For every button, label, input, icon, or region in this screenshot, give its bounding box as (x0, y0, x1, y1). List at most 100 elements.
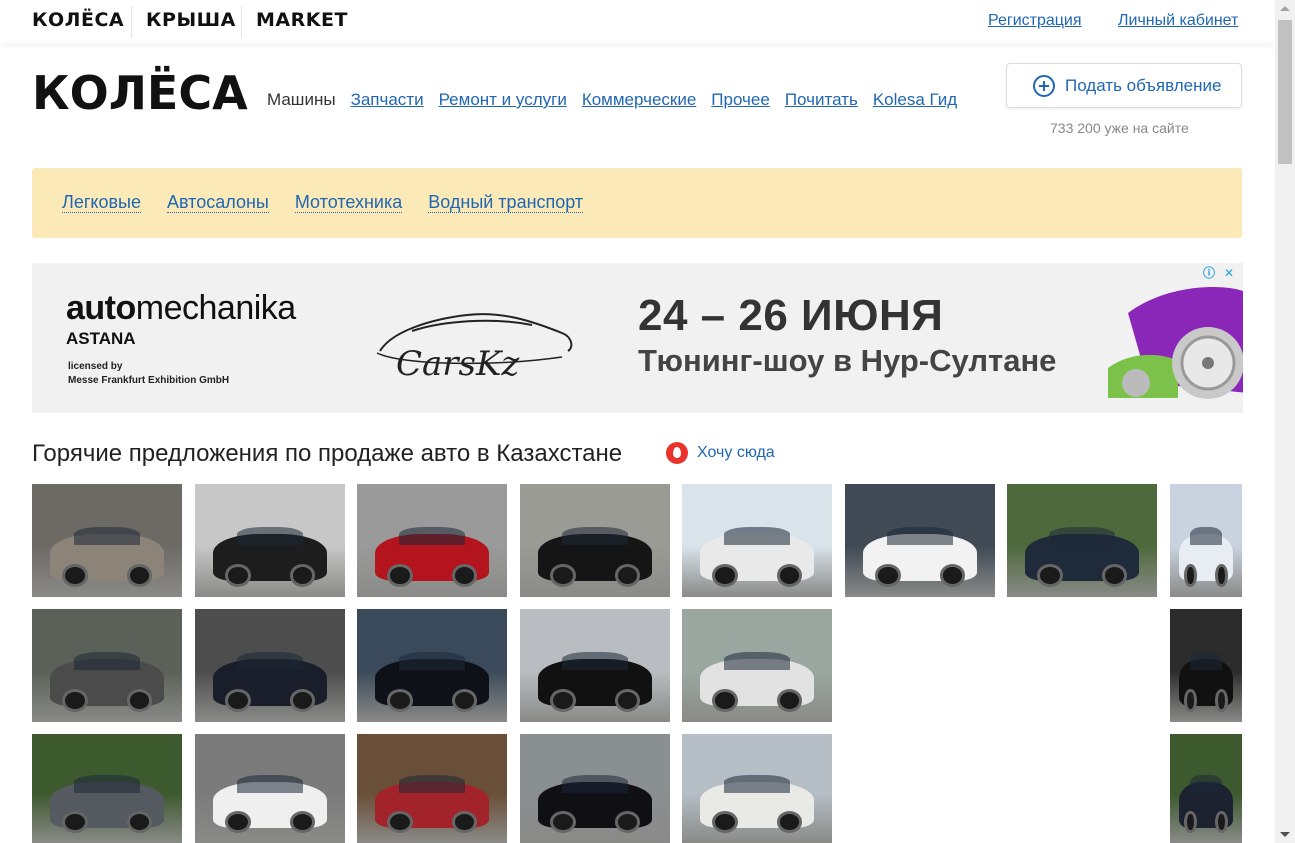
hot-offer-photo[interactable] (32, 609, 182, 722)
banner-brand: automechanika (66, 289, 296, 328)
hot-offer-photo[interactable] (520, 734, 670, 843)
car-wheel (225, 564, 251, 587)
car-window (724, 526, 790, 546)
car-wheel (126, 564, 152, 587)
hot-offer-photo[interactable] (682, 484, 832, 597)
car-window (74, 775, 140, 793)
car-wheel (62, 689, 88, 712)
car-window (74, 651, 140, 671)
banner-license: licensed by Messe Frankfurt Exhibition G… (68, 360, 229, 387)
hot-offer-photo[interactable] (520, 484, 670, 597)
register-link[interactable]: Регистрация (988, 12, 1082, 30)
car-wheel (550, 564, 576, 587)
plus-circle-icon (1033, 74, 1055, 97)
car-wheel (225, 689, 251, 712)
car-wheel (1215, 564, 1228, 587)
brand-market-link[interactable]: MARKET (256, 9, 348, 31)
car-window (74, 526, 140, 546)
car-window (237, 775, 303, 793)
hot-offer-photo[interactable] (1007, 484, 1157, 597)
category-dealers[interactable]: Автосалоны (167, 192, 269, 214)
car-window (399, 526, 465, 546)
nav-other[interactable]: Прочее (711, 90, 770, 110)
car-wheel (1184, 689, 1197, 712)
nav-cars[interactable]: Машины (267, 90, 336, 110)
car-window (399, 651, 465, 671)
ad-close-icon[interactable]: ✕ (1221, 265, 1237, 281)
hot-offer-photo[interactable] (682, 734, 832, 843)
hot-offer-photo[interactable] (1170, 484, 1242, 597)
post-ad-button[interactable]: Подать объявление (1006, 63, 1242, 108)
category-moto[interactable]: Мототехника (294, 192, 403, 214)
scrollbar-thumb[interactable] (1278, 20, 1292, 164)
carskz-logo: CarsKz (376, 313, 573, 381)
car-wheel (1037, 564, 1063, 587)
brand-kolesa-link[interactable]: КОЛЁСА (32, 9, 124, 31)
hot-offer-photo[interactable] (357, 484, 507, 597)
hot-offer-photo[interactable] (845, 484, 995, 597)
banner-license-line2: Messe Frankfurt Exhibition GmbH (68, 374, 230, 386)
nav-commercial[interactable]: Коммерческие (582, 90, 696, 110)
car-window (1190, 526, 1222, 546)
post-ad-label: Подать объявление (1065, 75, 1222, 95)
banner-brand-bold: auto (66, 289, 136, 327)
car-window (237, 651, 303, 671)
hot-offer-photo[interactable] (357, 609, 507, 722)
hot-offers-cta-label: Хочу сюда (697, 444, 775, 461)
car-wheel (62, 564, 88, 587)
hot-offer-photo[interactable] (32, 734, 182, 843)
car-wheel (712, 689, 738, 712)
site-logo[interactable]: КОЛЁСА (32, 70, 248, 116)
car-wheel (451, 564, 477, 587)
car-wheel (225, 811, 251, 834)
car-wheel (614, 811, 640, 834)
banner-city: ASTANA (66, 329, 136, 348)
hot-offer-photo[interactable] (1170, 734, 1242, 843)
car-wheel (289, 811, 315, 834)
car-window (562, 775, 628, 793)
banner-event: Тюнинг-шоу в Нур-Султане (638, 343, 1057, 378)
banner-dates: 24 – 26 ИЮНЯ (638, 291, 944, 340)
scroll-up-arrow-icon[interactable] (1280, 6, 1290, 11)
hot-offers-cta[interactable]: Хочу сюда (666, 442, 775, 464)
car-wheel (614, 564, 640, 587)
nav-repair[interactable]: Ремонт и услуги (439, 90, 567, 110)
ad-controls: ⓘ ✕ (1201, 265, 1237, 281)
car-wheel (1101, 564, 1127, 587)
cabinet-link[interactable]: Личный кабинет (1118, 12, 1238, 30)
user-counter: 733 200 уже на сайте (1050, 120, 1189, 136)
top-brand-bar: КОЛЁСА КРЫША MARKET Регистрация Личный к… (0, 0, 1275, 43)
scroll-down-arrow-icon[interactable] (1280, 832, 1290, 837)
car-wheel (550, 689, 576, 712)
hot-offer-photo[interactable] (682, 609, 832, 722)
car-wheel (712, 564, 738, 587)
car-wheel (62, 811, 88, 834)
page-scrollbar[interactable] (1275, 0, 1295, 843)
hot-offer-photo[interactable] (1170, 609, 1242, 722)
car-wheel (451, 689, 477, 712)
divider (131, 6, 132, 38)
category-passenger[interactable]: Легковые (62, 192, 141, 214)
hot-offer-photo[interactable] (357, 734, 507, 843)
ad-info-icon[interactable]: ⓘ (1201, 265, 1217, 281)
car-wheel (776, 689, 802, 712)
divider (241, 6, 242, 38)
car-wheel (776, 811, 802, 834)
nav-parts[interactable]: Запчасти (351, 90, 424, 110)
nav-read[interactable]: Почитать (785, 90, 858, 110)
hot-offer-photo[interactable] (195, 484, 345, 597)
hot-offer-photo[interactable] (32, 484, 182, 597)
car-wheel (776, 564, 802, 587)
car-window (399, 775, 465, 793)
hot-offer-photo[interactable] (195, 734, 345, 843)
ad-banner[interactable]: automechanika ASTANA licensed by Messe F… (32, 263, 1243, 413)
hot-offer-photo[interactable] (195, 609, 345, 722)
category-water[interactable]: Водный транспорт (428, 192, 584, 214)
hot-offer-photo[interactable] (520, 609, 670, 722)
car-wheel (1184, 811, 1197, 834)
car-wheel (550, 811, 576, 834)
banner-car-image (1108, 273, 1243, 413)
car-wheel (875, 564, 901, 587)
nav-guide[interactable]: Kolesa Гид (873, 90, 957, 110)
brand-krysha-link[interactable]: КРЫША (146, 9, 236, 31)
